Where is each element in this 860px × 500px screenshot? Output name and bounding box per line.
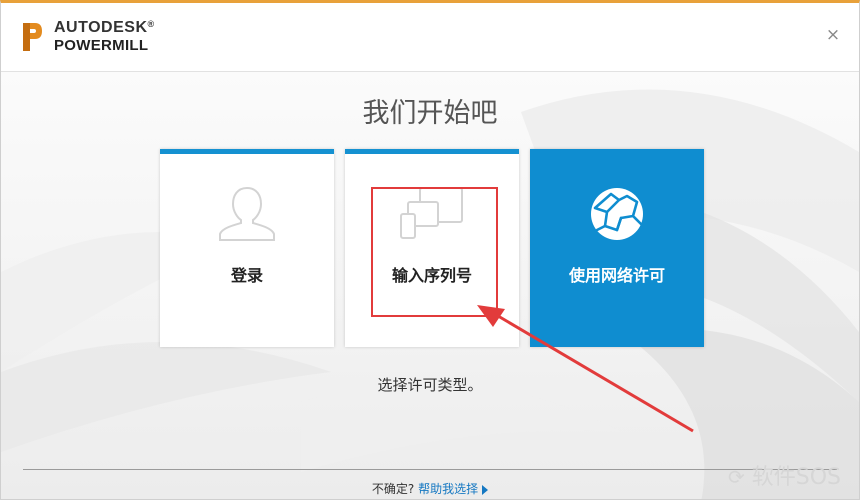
help-me-choose-link[interactable]: 帮助我选择 — [418, 482, 489, 496]
brand-product: POWERMILL — [54, 37, 149, 54]
annotation-arrow-icon — [477, 305, 694, 433]
license-window: AUTODESK® POWERMILL × 我们开始吧 登录 输入序列号 使用网… — [0, 0, 860, 500]
network-license-label: 使用网络许可 — [568, 266, 665, 285]
annotation-highlight-box — [371, 187, 498, 317]
brand-autodesk: AUTODESK® — [54, 19, 155, 36]
user-icon — [219, 186, 275, 241]
network-globe-icon — [591, 188, 643, 240]
sign-in-label: 登录 — [230, 266, 263, 285]
footer-question: 不确定? — [371, 482, 415, 496]
footer-divider — [23, 469, 837, 470]
license-type-hint: 选择许可类型。 — [377, 376, 483, 394]
powermill-logo-icon — [23, 23, 42, 51]
watermark-logo-icon: ⟳ — [727, 465, 745, 489]
watermark: ⟳ 软件SOS — [728, 459, 841, 491]
close-button[interactable]: × — [825, 27, 841, 44]
title-bar: AUTODESK® POWERMILL × — [1, 3, 859, 72]
registered-mark: ® — [147, 19, 155, 29]
sign-in-card[interactable]: 登录 — [160, 149, 334, 347]
page-title: 我们开始吧 — [362, 98, 498, 129]
watermark-text: 软件SOS — [751, 465, 841, 490]
triangle-right-icon — [482, 484, 489, 495]
